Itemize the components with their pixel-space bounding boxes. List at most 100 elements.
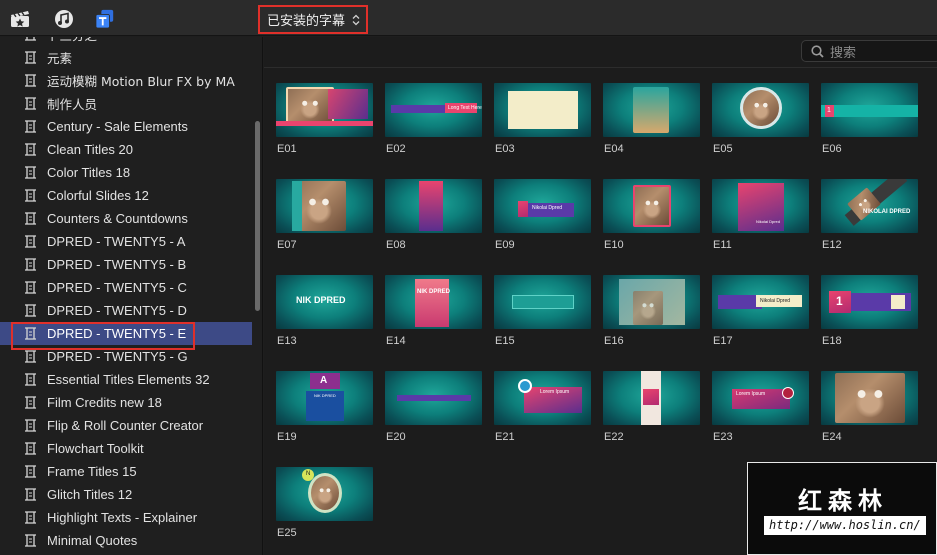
sidebar-item[interactable]: Flip & Roll Counter Creator xyxy=(0,414,252,437)
sidebar-item[interactable]: Highlight Texts - Explainer xyxy=(0,506,252,529)
sidebar-item[interactable]: Color Titles 18 xyxy=(0,161,252,184)
thumbnail-caption: E06 xyxy=(822,143,842,155)
thumb-text: A xyxy=(320,375,328,386)
title-thumbnail[interactable]: A NIK DPRED E19 xyxy=(276,371,373,443)
thumbnail-caption: E08 xyxy=(386,239,406,251)
thumbnail-image: 1 xyxy=(821,83,918,137)
thumb-text: Long Text Here xyxy=(448,105,482,111)
sidebar-item-label: DPRED - TWENTY5 - A xyxy=(47,234,186,249)
sidebar-item[interactable]: DPRED - TWENTY5 - G xyxy=(0,345,252,368)
title-thumbnail[interactable]: E22 xyxy=(603,371,700,443)
sidebar-item-label: 元素 xyxy=(47,51,73,66)
thumbnail-image xyxy=(494,83,591,137)
sidebar-item[interactable]: DPRED - TWENTY5 - C xyxy=(0,276,252,299)
thumbnail-image xyxy=(385,371,482,425)
sidebar-scrollbar[interactable] xyxy=(255,121,260,311)
thumbnail-image xyxy=(603,83,700,137)
clapper-star-icon[interactable] xyxy=(10,9,30,29)
watermark-url: http://www.hoslin.cn/ xyxy=(764,516,926,535)
thumb-text: 1 xyxy=(827,107,831,114)
thumbnail-image: NIK DPRED xyxy=(276,275,373,329)
thumbnail-image: Lorem Ipsum xyxy=(494,371,591,425)
title-bracket-icon xyxy=(25,442,36,455)
titles-t-icon[interactable] xyxy=(95,9,115,29)
thumb-text: NIKOLAI DPRED xyxy=(863,209,911,215)
thumb-text: N xyxy=(306,471,311,477)
sidebar-item[interactable]: Colorful Slides 12 xyxy=(0,184,252,207)
sidebar-item[interactable]: Glitch Titles 12 xyxy=(0,483,252,506)
title-thumbnail[interactable]: E07 xyxy=(276,179,373,251)
sidebar-item[interactable]: Century - Sale Elements xyxy=(0,115,252,138)
title-thumbnail[interactable]: E20 xyxy=(385,371,482,443)
thumbnail-caption: E19 xyxy=(277,431,297,443)
thumbnail-image xyxy=(603,179,700,233)
title-thumbnail[interactable]: E16 xyxy=(603,275,700,347)
thumbnail-caption: E25 xyxy=(277,527,297,539)
title-thumbnail[interactable]: E05 xyxy=(712,83,809,155)
title-thumbnail[interactable]: Lorem Ipsum E23 xyxy=(712,371,809,443)
title-bracket-icon xyxy=(25,120,36,133)
title-thumbnail[interactable]: Nikolai Dpred E09 xyxy=(494,179,591,251)
sidebar-item[interactable]: DPRED - TWENTY5 - D xyxy=(0,299,252,322)
sidebar-item-label: DPRED - TWENTY5 - C xyxy=(47,280,187,295)
title-thumbnail[interactable]: Lorem Ipsum E21 xyxy=(494,371,591,443)
thumbnail-caption: E20 xyxy=(386,431,406,443)
sidebar-item[interactable]: 制作人员 xyxy=(0,92,252,115)
title-thumbnail[interactable]: NIK DPRED E13 xyxy=(276,275,373,347)
title-thumbnail[interactable]: NIKOLAI DPRED E12 xyxy=(821,179,918,251)
title-thumbnail[interactable]: E08 xyxy=(385,179,482,251)
sidebar-item[interactable]: 元素 xyxy=(0,46,252,69)
thumbnail-image xyxy=(603,371,700,425)
title-bracket-icon xyxy=(25,396,36,409)
title-thumbnail[interactable]: E24 xyxy=(821,371,918,443)
title-bracket-icon xyxy=(25,327,36,340)
sidebar-item[interactable]: 运动模糊 Motion Blur FX by MA xyxy=(0,69,252,92)
title-bracket-icon xyxy=(25,166,36,179)
sidebar-item[interactable]: Minimal Quotes xyxy=(0,529,252,552)
sidebar-item-label: Color Titles 18 xyxy=(47,165,131,180)
title-thumbnail[interactable]: 1 E06 xyxy=(821,83,918,155)
title-thumbnail[interactable]: E10 xyxy=(603,179,700,251)
sidebar-item[interactable]: Film Credits new 18 xyxy=(0,391,252,414)
sidebar-item[interactable]: Counters & Countdowns xyxy=(0,207,252,230)
title-thumbnail[interactable]: NIK DPRED E14 xyxy=(385,275,482,347)
sidebar-item[interactable]: DPRED - TWENTY5 - E xyxy=(0,322,252,345)
thumbnail-caption: E18 xyxy=(822,335,842,347)
thumb-text: NIK DPRED xyxy=(296,295,346,305)
sidebar-item-label: Frame Titles 15 xyxy=(47,464,137,479)
title-bracket-icon xyxy=(25,51,36,64)
music-notes-icon[interactable] xyxy=(54,9,74,29)
title-thumbnail[interactable]: Nikolai Dpred E17 xyxy=(712,275,809,347)
search-field[interactable]: 搜索 xyxy=(801,40,937,62)
sidebar-item-label: Minimal Quotes xyxy=(47,533,138,548)
title-thumbnail[interactable]: 1 E18 xyxy=(821,275,918,347)
sidebar-item[interactable]: Essential Titles Elements 32 xyxy=(0,368,252,391)
title-thumbnail[interactable]: E15 xyxy=(494,275,591,347)
title-thumbnail[interactable]: N E25 xyxy=(276,467,373,539)
sidebar-item[interactable]: DPRED - TWENTY5 - B xyxy=(0,253,252,276)
title-bracket-icon xyxy=(25,143,36,156)
title-thumbnail[interactable]: E03 xyxy=(494,83,591,155)
thumbnail-caption: E07 xyxy=(277,239,297,251)
sidebar-item[interactable]: Frame Titles 15 xyxy=(0,460,252,483)
thumbnail-image: A NIK DPRED xyxy=(276,371,373,425)
thumb-text: 1 xyxy=(836,294,843,308)
sidebar-item[interactable]: Clean Titles 20 xyxy=(0,138,252,161)
installed-titles-dropdown[interactable]: 已安装的字幕 xyxy=(258,5,368,34)
thumbnail-caption: E12 xyxy=(822,239,842,251)
title-bracket-icon xyxy=(25,37,36,41)
title-thumbnail[interactable]: Nikolai Dpred E11 xyxy=(712,179,809,251)
sidebar-item[interactable]: DPRED - TWENTY5 - A xyxy=(0,230,252,253)
title-thumbnail[interactable]: E04 xyxy=(603,83,700,155)
sidebar-item-label: Glitch Titles 12 xyxy=(47,487,133,502)
watermark-logo: 红森林 http://www.hoslin.cn/ xyxy=(747,462,937,555)
divider xyxy=(264,67,937,68)
thumb-text: Lorem Ipsum xyxy=(540,389,570,395)
thumbnail-image: 1 xyxy=(821,275,918,329)
title-thumbnail[interactable]: E01 xyxy=(276,83,373,155)
sidebar-item[interactable]: Flowchart Toolkit xyxy=(0,437,252,460)
title-thumbnail[interactable]: Long Text Here E02 xyxy=(385,83,482,155)
sidebar-item-label: 制作人员 xyxy=(47,97,98,112)
sidebar-item[interactable]: 卜三分之一 xyxy=(0,37,252,46)
thumb-text: Nikolai Dpred xyxy=(760,298,791,304)
